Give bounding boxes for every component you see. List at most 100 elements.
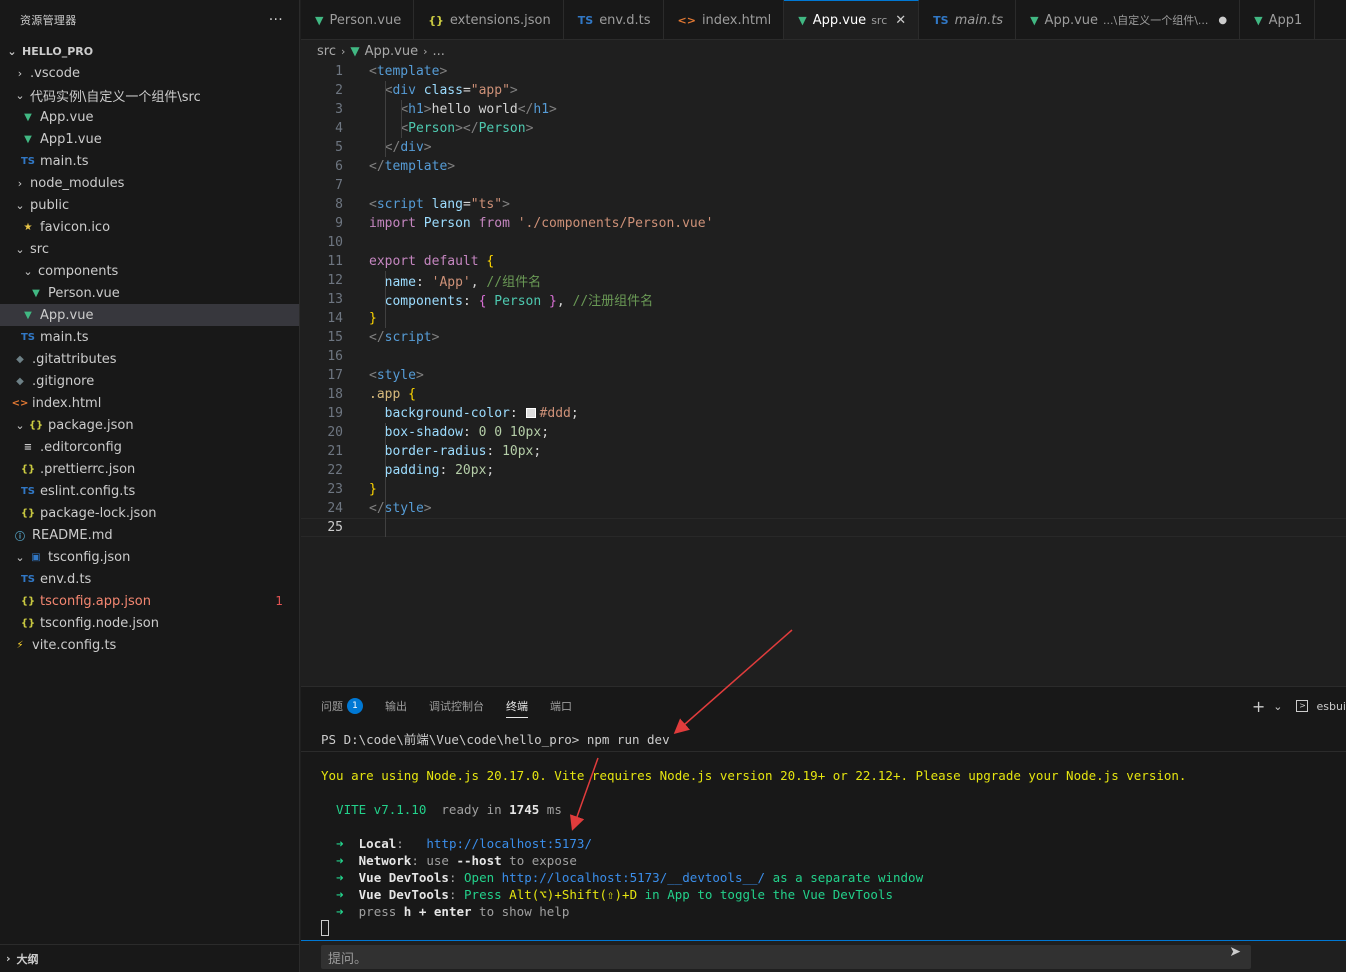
tree-folder[interactable]: ⌄ src bbox=[0, 238, 299, 260]
html-file-icon: <> bbox=[11, 397, 29, 409]
breadcrumb-file[interactable]: App.vue bbox=[365, 44, 418, 59]
tree-file[interactable]: ★ favicon.ico bbox=[0, 216, 299, 238]
chat-input[interactable]: 提问。 bbox=[321, 945, 1251, 969]
code-line[interactable]: 5 </div> bbox=[301, 138, 1346, 157]
tree-file[interactable]: {} tsconfig.app.json 1 bbox=[0, 590, 299, 612]
editor-tab[interactable]: TS main.ts bbox=[919, 0, 1017, 39]
terminal-dropdown-icon[interactable]: ⌄ bbox=[1273, 700, 1282, 713]
send-icon[interactable]: ➤ bbox=[1229, 944, 1241, 960]
panel-tab[interactable]: 终端 bbox=[506, 687, 528, 725]
code-line[interactable]: 21 border-radius: 10px; bbox=[301, 442, 1346, 461]
code-token: script bbox=[376, 197, 424, 212]
code-line[interactable]: 6 </template> bbox=[301, 157, 1346, 176]
code-line[interactable]: 25 bbox=[301, 518, 1346, 537]
editor-tab[interactable]: ▼ App.vue src ✕ bbox=[784, 0, 920, 39]
git-file-icon: ◆ bbox=[16, 353, 24, 365]
code-line[interactable]: 20 box-shadow: 0 0 10px; bbox=[301, 423, 1346, 442]
tree-root[interactable]: ⌄ HELLO_PRO bbox=[0, 40, 299, 62]
tree-file[interactable]: ▼ Person.vue bbox=[0, 282, 299, 304]
code-line[interactable]: 13 components: { Person }, //注册组件名 bbox=[301, 290, 1346, 309]
tree-file[interactable]: ▼ App.vue bbox=[0, 304, 299, 326]
tree-folder[interactable]: ⌄ 代码实例\自定义一个组件\src bbox=[0, 84, 299, 106]
tree-folder[interactable]: ⌄ ▣ tsconfig.json bbox=[0, 546, 299, 568]
code-token: 20px bbox=[455, 463, 487, 478]
code-line[interactable]: 10 bbox=[301, 233, 1346, 252]
code-token: , bbox=[556, 294, 573, 309]
tree-file[interactable]: TS eslint.config.ts bbox=[0, 480, 299, 502]
tree-folder[interactable]: ⌄ public bbox=[0, 194, 299, 216]
panel-tab[interactable]: 端口 bbox=[550, 687, 572, 725]
explorer-header: 资源管理器 ··· bbox=[0, 0, 299, 40]
tree-file[interactable]: {} package-lock.json bbox=[0, 502, 299, 524]
tree-file[interactable]: ◆ .gitattributes bbox=[0, 348, 299, 370]
code-line[interactable]: 17 <style> bbox=[301, 366, 1346, 385]
code-token: > bbox=[423, 102, 432, 117]
editor-tab[interactable]: <> index.html bbox=[664, 0, 785, 39]
json-file-icon: {} bbox=[20, 463, 36, 475]
code-line[interactable]: 11 export default { bbox=[301, 252, 1346, 271]
code-line[interactable]: 16 bbox=[301, 347, 1346, 366]
code-token: './components/Person.vue' bbox=[517, 216, 714, 231]
tree-file[interactable]: ⓘ README.md bbox=[0, 524, 299, 546]
editor-tab[interactable]: {} extensions.json bbox=[414, 0, 564, 39]
code-line[interactable]: 8 <script lang="ts"> bbox=[301, 195, 1346, 214]
code-line[interactable]: 12 name: 'App', //组件名 bbox=[301, 271, 1346, 290]
editor-tab[interactable]: ▼ App1 bbox=[1240, 0, 1316, 39]
close-icon[interactable]: ✕ bbox=[895, 13, 906, 28]
code-line[interactable]: 7 bbox=[301, 176, 1346, 195]
breadcrumb-folder[interactable]: src bbox=[317, 44, 336, 59]
color-swatch[interactable] bbox=[525, 408, 536, 418]
tree-folder[interactable]: › node_modules bbox=[0, 172, 299, 194]
code-line[interactable]: 4 <Person></Person> bbox=[301, 119, 1346, 138]
code-editor[interactable]: 1 <template> 2 <div class="app"> 3 <h1>hell… bbox=[301, 62, 1346, 686]
panel-tab[interactable]: 调试控制台 bbox=[429, 687, 484, 725]
unsaved-dot-icon[interactable]: ● bbox=[1218, 15, 1227, 26]
code-line[interactable]: 23} bbox=[301, 480, 1346, 499]
editor-tab[interactable]: ▼ Person.vue bbox=[301, 0, 415, 39]
code-line[interactable]: 9 import Person from './components/Person… bbox=[301, 214, 1346, 233]
editor-tab[interactable]: ▼ App.vue ...\自定义一个组件\... ● bbox=[1016, 0, 1241, 39]
terminal-output[interactable]: PS D:\code\前端\Vue\code\hello_pro> npm ru… bbox=[321, 731, 1186, 936]
tree-file[interactable]: {} tsconfig.node.json bbox=[0, 612, 299, 634]
code-line[interactable]: 24 </style> bbox=[301, 499, 1346, 518]
code-line[interactable]: 18 .app { bbox=[301, 385, 1346, 404]
terminal-prompt-line: PS D:\code\前端\Vue\code\hello_pro> npm ru… bbox=[321, 731, 670, 748]
more-actions-icon[interactable]: ··· bbox=[269, 12, 283, 28]
code-line[interactable]: 1 <template> bbox=[301, 62, 1346, 81]
tree-folder[interactable]: › .vscode bbox=[0, 62, 299, 84]
terminal-token: http://localhost: bbox=[426, 836, 555, 851]
tree-folder[interactable]: ⌄{} package.json bbox=[0, 414, 299, 436]
tree-file[interactable]: ≡ .editorconfig bbox=[0, 436, 299, 458]
code-line[interactable]: 3 <h1>hello world</h1> bbox=[301, 100, 1346, 119]
panel-tab[interactable]: 问题 1 bbox=[321, 687, 363, 725]
breadcrumb-rest[interactable]: ... bbox=[433, 44, 445, 59]
tree-file[interactable]: TS main.ts bbox=[0, 150, 299, 172]
outline-section[interactable]: › 大纲 bbox=[0, 944, 299, 972]
code-line[interactable]: 2 <div class="app"> bbox=[301, 81, 1346, 100]
code-text: export default { bbox=[369, 254, 494, 269]
tree-folder[interactable]: ⌄ components bbox=[0, 260, 299, 282]
code-line[interactable]: 14} bbox=[301, 309, 1346, 328]
tree-file[interactable]: <> index.html bbox=[0, 392, 299, 414]
terminal-token: Vue DevTools bbox=[358, 887, 449, 902]
code-line[interactable]: 19 background-color: #ddd; bbox=[301, 404, 1346, 423]
code-token: import bbox=[369, 216, 416, 231]
editor-tab[interactable]: TS env.d.ts bbox=[564, 0, 664, 39]
json-file-icon: {} bbox=[428, 13, 444, 27]
tree-file[interactable]: ⚡ vite.config.ts bbox=[0, 634, 299, 656]
code-line[interactable]: 15 </script> bbox=[301, 328, 1346, 347]
new-terminal-icon[interactable]: + bbox=[1252, 697, 1265, 716]
tree-file[interactable]: TS main.ts bbox=[0, 326, 299, 348]
tree-file[interactable]: TS env.d.ts bbox=[0, 568, 299, 590]
tree-file[interactable]: ▼ App1.vue bbox=[0, 128, 299, 150]
tree-file[interactable]: ▼ App.vue bbox=[0, 106, 299, 128]
code-line[interactable]: 22 padding: 20px; bbox=[301, 461, 1346, 480]
tree-file[interactable]: ◆ .gitignore bbox=[0, 370, 299, 392]
panel-tab[interactable]: 输出 bbox=[385, 687, 407, 725]
code-token: = bbox=[462, 83, 471, 98]
code-token: : bbox=[486, 444, 503, 459]
terminal-shell-label[interactable]: esbui bbox=[1316, 700, 1346, 713]
tree-file[interactable]: {} .prettierrc.json bbox=[0, 458, 299, 480]
